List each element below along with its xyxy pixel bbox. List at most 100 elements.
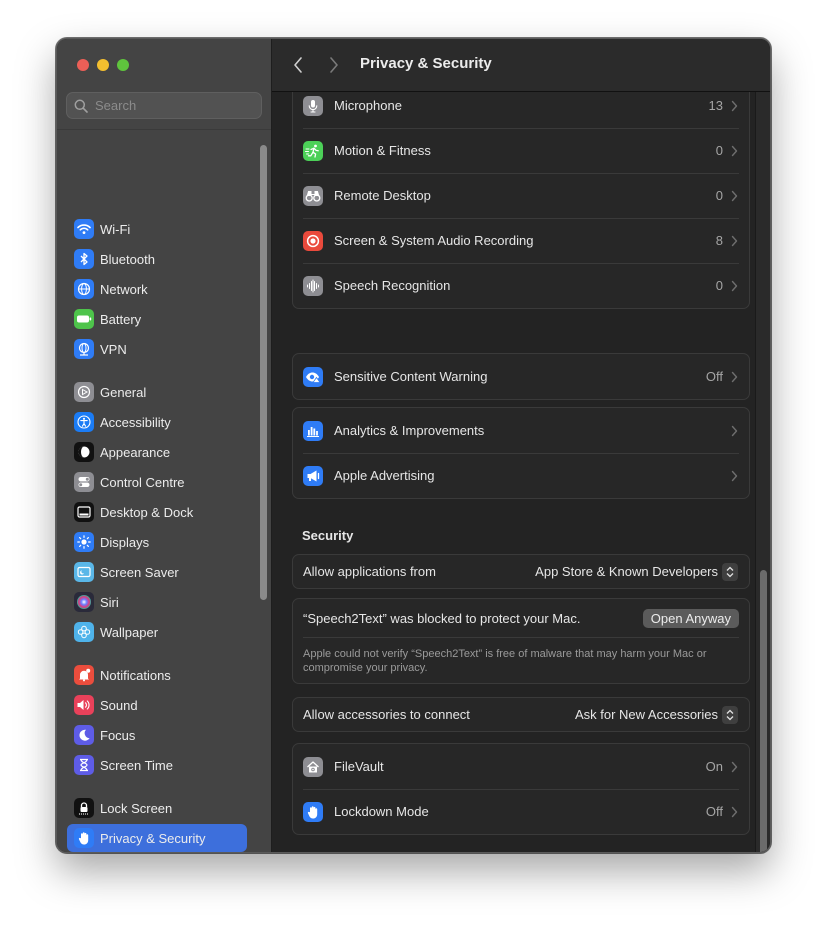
- settings-row-lockdown-mode[interactable]: Lockdown Mode Off: [293, 789, 749, 834]
- accessories-group: Allow accessories to connect Ask for New…: [292, 697, 750, 732]
- settings-row-speech-recognition[interactable]: Speech Recognition 0: [293, 263, 749, 308]
- sidebar-item-label: Appearance: [100, 444, 171, 460]
- settings-row-remote-desktop[interactable]: Remote Desktop 0: [293, 173, 749, 218]
- sidebar-item-lock-screen[interactable]: Lock Screen: [67, 794, 247, 822]
- allow-applications-row: Allow applications from App Store & Know…: [293, 555, 749, 588]
- search-field[interactable]: [66, 92, 262, 119]
- battery-icon: [74, 309, 94, 329]
- sidebar-item-label: Displays: [100, 534, 150, 550]
- up-down-chevron-icon: [726, 709, 734, 720]
- row-chevron: [731, 145, 739, 157]
- privacy-permissions-group: Microphone 13 Motion & Fitness 0 Remote Desk…: [292, 92, 750, 309]
- sidebar-item-screen-time[interactable]: Screen Time: [67, 751, 247, 779]
- sidebar-item-notifications[interactable]: Notifications: [67, 661, 247, 689]
- settings-row-apple-advertising[interactable]: Apple Advertising: [293, 453, 749, 498]
- row-label: Sensitive Content Warning: [334, 369, 488, 384]
- waveform-icon: [303, 275, 323, 296]
- sun-icon: [74, 532, 94, 552]
- accessories-value[interactable]: Ask for New Accessories: [575, 707, 718, 722]
- dock-icon: [74, 502, 94, 522]
- hand-icon: [74, 828, 94, 848]
- row-chevron: [731, 806, 739, 818]
- content-scrollbar-track[interactable]: [755, 92, 770, 852]
- lock-icon: [74, 798, 94, 818]
- sidebar-item-wifi[interactable]: Wi-Fi: [67, 215, 247, 243]
- record-icon: [303, 230, 323, 251]
- sidebar-item-appearance[interactable]: Appearance: [67, 438, 247, 466]
- sidebar-item-wallpaper[interactable]: Wallpaper: [67, 618, 247, 646]
- minimize-button[interactable]: [97, 59, 109, 71]
- settings-row-analytics-improvements[interactable]: Analytics & Improvements: [293, 408, 749, 453]
- settings-row-sensitive-content-warning[interactable]: Sensitive Content Warning Off: [293, 354, 749, 399]
- open-anyway-button[interactable]: Open Anyway: [642, 608, 739, 628]
- sidebar-item-displays[interactable]: Displays: [67, 528, 247, 556]
- sidebar-item-label: Screen Saver: [100, 564, 179, 580]
- row-label: Analytics & Improvements: [334, 423, 485, 438]
- siri-icon: [74, 592, 94, 612]
- up-down-chevron-icon: [726, 566, 734, 577]
- sidebar-item-control-centre[interactable]: Control Centre: [67, 468, 247, 496]
- chevron-right-icon: [731, 280, 738, 291]
- forward-button[interactable]: [324, 55, 344, 75]
- sidebar-item-general[interactable]: General: [67, 378, 247, 406]
- sidebar-item-label: Wallpaper: [100, 624, 159, 640]
- chevron-right-icon: [731, 806, 738, 817]
- sidebar-item-accessibility[interactable]: Accessibility: [67, 408, 247, 436]
- allow-applications-popup[interactable]: [722, 562, 738, 581]
- chevron-right-icon: [731, 145, 738, 156]
- sidebar-item-label: Notifications: [100, 667, 171, 683]
- chevron-right-icon: [731, 761, 738, 772]
- row-label: Motion & Fitness: [334, 143, 431, 158]
- blocked-app-note: Apple could not verify “Speech2Text” is …: [293, 637, 749, 683]
- globe-icon: [74, 279, 94, 299]
- zoom-button[interactable]: [117, 59, 129, 71]
- row-value: Off: [705, 369, 723, 384]
- row-value: 8: [715, 233, 723, 248]
- row-label: Remote Desktop: [334, 188, 431, 203]
- sidebar-item-vpn[interactable]: VPN: [67, 335, 247, 363]
- chevron-left-icon: [294, 57, 302, 73]
- moon-icon: [74, 725, 94, 745]
- row-label: Microphone: [334, 98, 402, 113]
- sidebar: Wi-Fi Bluetooth Network Battery VPN General Ac…: [57, 39, 272, 852]
- settings-row-motion-fitness[interactable]: Motion & Fitness 0: [293, 128, 749, 173]
- close-button[interactable]: [77, 59, 89, 71]
- allow-applications-label: Allow applications from: [303, 564, 436, 579]
- allow-applications-value[interactable]: App Store & Known Developers: [535, 564, 718, 579]
- sidebar-item-sound[interactable]: Sound: [67, 691, 247, 719]
- sidebar-item-label: General: [100, 384, 147, 400]
- settings-row-microphone[interactable]: Microphone 13: [293, 92, 749, 128]
- sidebar-item-label: Privacy & Security: [100, 830, 206, 846]
- row-chevron: [731, 100, 739, 112]
- content-scrollbar-thumb[interactable]: [760, 570, 767, 852]
- sidebar-scrollbar[interactable]: [260, 145, 267, 600]
- chevron-right-icon: [330, 57, 338, 73]
- toggles-icon: [74, 472, 94, 492]
- row-chevron: [731, 425, 739, 437]
- row-chevron: [731, 470, 739, 482]
- sidebar-item-bluetooth[interactable]: Bluetooth: [67, 245, 247, 273]
- row-chevron: [731, 280, 739, 292]
- megaphone-icon: [303, 465, 323, 486]
- microphone-icon: [303, 95, 323, 116]
- sidebar-item-network[interactable]: Network: [67, 275, 247, 303]
- hand-icon: [303, 801, 323, 822]
- chevron-right-icon: [731, 190, 738, 201]
- search-input[interactable]: [93, 97, 247, 114]
- settings-row-filevault[interactable]: FileVault On: [293, 744, 749, 789]
- sidebar-item-label: Lock Screen: [100, 800, 173, 816]
- sidebar-item-label: Siri: [100, 594, 119, 610]
- sidebar-item-siri[interactable]: Siri: [67, 588, 247, 616]
- sidebar-item-battery[interactable]: Battery: [67, 305, 247, 333]
- sidebar-item-label: Wi-Fi: [100, 221, 131, 237]
- sidebar-item-screen-saver[interactable]: Screen Saver: [67, 558, 247, 586]
- sidebar-item-focus[interactable]: Focus: [67, 721, 247, 749]
- sidebar-item-desktop-dock[interactable]: Desktop & Dock: [67, 498, 247, 526]
- settings-row-screen-system-audio-recording[interactable]: Screen & System Audio Recording 8: [293, 218, 749, 263]
- sidebar-item-privacy-security[interactable]: Privacy & Security: [67, 824, 247, 852]
- row-value: 0: [715, 143, 723, 158]
- back-button[interactable]: [288, 55, 308, 75]
- accessories-popup[interactable]: [722, 705, 738, 724]
- hourglass-icon: [74, 755, 94, 775]
- sidebar-item-label: Bluetooth: [100, 251, 155, 267]
